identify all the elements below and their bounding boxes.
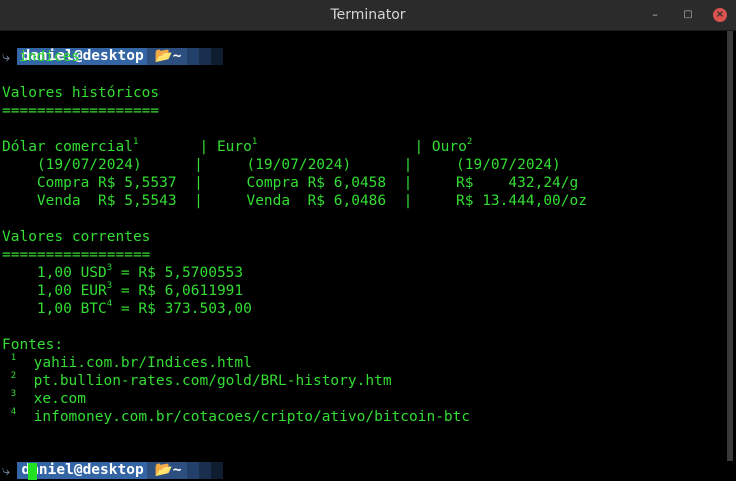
command-text: indices [18,49,80,65]
prompt-arrow-icon: ⤷ [2,463,11,479]
maximize-icon[interactable]: ▢ [681,8,695,22]
col-euro-row2: Venda R$ 6,0486 [246,193,387,209]
prompt-arrow-icon: ⤷ [2,49,11,65]
prompt-line: daniel@desktop 📂~ [0,31,224,65]
fonte-url: yahii.com.br/Indices.html [33,355,252,371]
fonte-item: 4 infomoney.com.br/cotacoes/cripto/ativo… [10,407,471,426]
col-ouro-name: Ouro [431,139,467,155]
input-line[interactable]: ⤷ [2,462,10,480]
folder-icon: 📂 [154,48,173,64]
historico-row2: Venda R$ 5,5543 | Venda R$ 6,0486 | R$ 1… [36,193,587,209]
command-line: ⤷ indices [2,48,80,66]
folder-icon: 📂 [154,462,173,478]
prompt-dir-label: ~ [172,462,182,478]
col-dolar-row2: Venda R$ 5,5543 [36,193,177,209]
terminal-cursor[interactable] [28,463,37,480]
fontes-title: Fontes: [2,337,64,353]
correntes-underline: ================= [2,247,151,263]
prompt-dir: 📂~ [146,48,188,65]
window-title: Terminator [330,7,406,23]
scrollbar[interactable] [727,31,733,461]
correntes-row-usd: 1,00 USD3 = R$ 5,5700553 [36,263,244,282]
fonte-url: xe.com [33,391,87,407]
fonte-url: pt.bullion-rates.com/gold/BRL-history.ht… [33,373,392,389]
col-euro-row1: Compra R$ 6,0458 [246,175,387,191]
prompt-line-2: daniel@desktop 📂~ [0,445,224,479]
col-ouro-row2: R$ 13.444,00/oz [456,193,587,209]
col-dolar-date: (19/07/2024) [36,157,142,173]
fonte-item: 2 pt.bullion-rates.com/gold/BRL-history.… [10,371,392,390]
close-icon[interactable]: × [713,8,727,22]
scrollbar-thumb[interactable] [727,31,733,461]
historico-title: Valores históricos [2,85,160,101]
historico-date-row: (19/07/2024) | (19/07/2024) | (19/07/202… [36,157,561,173]
col-ouro-date: (19/07/2024) [456,157,561,173]
col-dolar-name: Dólar comercial [2,139,133,155]
fonte-item: 3 xe.com [10,389,87,408]
prompt-dir: 📂~ [146,462,188,479]
col-ouro-note: 2 [466,137,473,147]
fonte-item: 1 yahii.com.br/Indices.html [10,353,252,372]
title-bar: Terminator – ▢ × [0,0,736,31]
correntes-title: Valores correntes [2,229,151,245]
col-dolar-row1: Compra R$ 5,5537 [36,175,177,191]
prompt-dir-label: ~ [172,48,182,64]
col-ouro-row1: R$ 432,24/g [456,175,579,191]
correntes-row-btc: 1,00 BTC4 = R$ 373.503,00 [36,299,252,318]
col-euro-date: (19/07/2024) [246,157,352,173]
col-euro-name: Euro [216,139,252,155]
historico-header-row: Dólar comercial1 | Euro1 | Ouro2 [2,137,473,156]
minimize-icon[interactable]: – [648,8,662,22]
correntes-row-eur: 1,00 EUR3 = R$ 6,0611991 [36,281,244,300]
historico-row1: Compra R$ 5,5537 | Compra R$ 6,0458 | R$… [36,175,579,191]
fonte-url: infomoney.com.br/cotacoes/cripto/ativo/b… [33,409,471,425]
historico-underline: ================== [2,103,160,119]
